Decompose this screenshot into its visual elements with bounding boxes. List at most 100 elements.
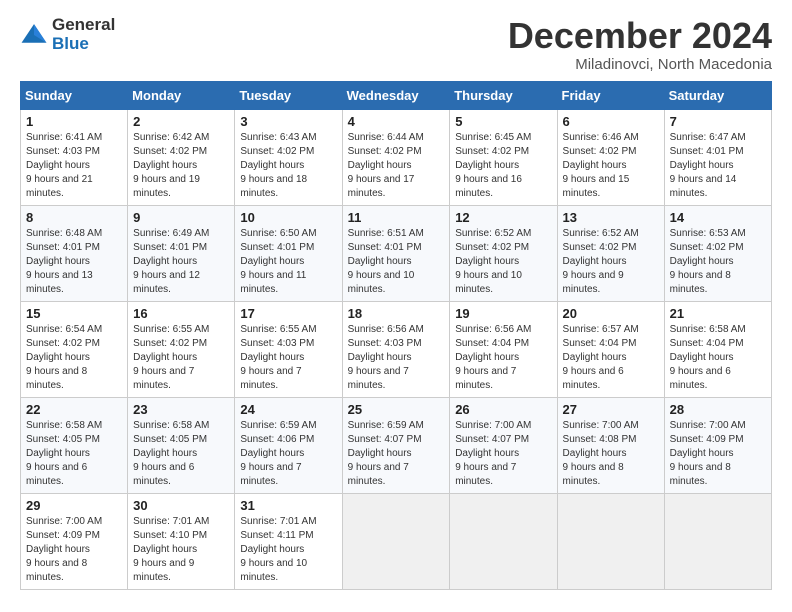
calendar-cell: 31 Sunrise: 7:01 AM Sunset: 4:11 PM Dayl… xyxy=(235,493,342,589)
day-number: 12 xyxy=(455,210,551,225)
day-info: Sunrise: 6:52 AM Sunset: 4:02 PM Dayligh… xyxy=(455,227,551,297)
day-info: Sunrise: 6:43 AM Sunset: 4:02 PM Dayligh… xyxy=(240,131,336,201)
calendar-cell: 27 Sunrise: 7:00 AM Sunset: 4:08 PM Dayl… xyxy=(557,397,664,493)
day-number: 30 xyxy=(133,498,229,513)
day-number: 16 xyxy=(133,306,229,321)
day-number: 29 xyxy=(26,498,122,513)
day-info: Sunrise: 6:48 AM Sunset: 4:01 PM Dayligh… xyxy=(26,227,122,297)
calendar-cell: 1 Sunrise: 6:41 AM Sunset: 4:03 PM Dayli… xyxy=(21,109,128,205)
calendar-cell: 24 Sunrise: 6:59 AM Sunset: 4:06 PM Dayl… xyxy=(235,397,342,493)
calendar-cell: 26 Sunrise: 7:00 AM Sunset: 4:07 PM Dayl… xyxy=(450,397,557,493)
week-row-3: 15 Sunrise: 6:54 AM Sunset: 4:02 PM Dayl… xyxy=(21,301,772,397)
day-number: 25 xyxy=(348,402,445,417)
calendar-cell: 30 Sunrise: 7:01 AM Sunset: 4:10 PM Dayl… xyxy=(128,493,235,589)
calendar-cell: 11 Sunrise: 6:51 AM Sunset: 4:01 PM Dayl… xyxy=(342,205,450,301)
calendar-cell: 22 Sunrise: 6:58 AM Sunset: 4:05 PM Dayl… xyxy=(21,397,128,493)
day-number: 4 xyxy=(348,114,445,129)
day-info: Sunrise: 6:55 AM Sunset: 4:02 PM Dayligh… xyxy=(133,323,229,393)
calendar-cell: 3 Sunrise: 6:43 AM Sunset: 4:02 PM Dayli… xyxy=(235,109,342,205)
logo-icon xyxy=(20,21,48,49)
day-info: Sunrise: 7:00 AM Sunset: 4:09 PM Dayligh… xyxy=(26,515,122,585)
calendar-cell: 10 Sunrise: 6:50 AM Sunset: 4:01 PM Dayl… xyxy=(235,205,342,301)
calendar-cell: 19 Sunrise: 6:56 AM Sunset: 4:04 PM Dayl… xyxy=(450,301,557,397)
calendar-cell: 12 Sunrise: 6:52 AM Sunset: 4:02 PM Dayl… xyxy=(450,205,557,301)
day-number: 24 xyxy=(240,402,336,417)
day-number: 21 xyxy=(670,306,766,321)
day-number: 22 xyxy=(26,402,122,417)
day-number: 2 xyxy=(133,114,229,129)
day-number: 9 xyxy=(133,210,229,225)
day-number: 15 xyxy=(26,306,122,321)
day-number: 5 xyxy=(455,114,551,129)
calendar-title: December 2024 xyxy=(508,16,772,56)
day-number: 13 xyxy=(563,210,659,225)
title-section: December 2024 Miladinovci, North Macedon… xyxy=(508,16,772,73)
day-number: 19 xyxy=(455,306,551,321)
day-number: 27 xyxy=(563,402,659,417)
day-info: Sunrise: 7:01 AM Sunset: 4:11 PM Dayligh… xyxy=(240,515,336,585)
week-row-2: 8 Sunrise: 6:48 AM Sunset: 4:01 PM Dayli… xyxy=(21,205,772,301)
calendar-cell: 8 Sunrise: 6:48 AM Sunset: 4:01 PM Dayli… xyxy=(21,205,128,301)
day-number: 1 xyxy=(26,114,122,129)
logo-text: General Blue xyxy=(52,16,115,53)
calendar-cell: 16 Sunrise: 6:55 AM Sunset: 4:02 PM Dayl… xyxy=(128,301,235,397)
day-info: Sunrise: 6:50 AM Sunset: 4:01 PM Dayligh… xyxy=(240,227,336,297)
week-row-1: 1 Sunrise: 6:41 AM Sunset: 4:03 PM Dayli… xyxy=(21,109,772,205)
calendar-cell: 2 Sunrise: 6:42 AM Sunset: 4:02 PM Dayli… xyxy=(128,109,235,205)
calendar-cell: 5 Sunrise: 6:45 AM Sunset: 4:02 PM Dayli… xyxy=(450,109,557,205)
day-info: Sunrise: 7:01 AM Sunset: 4:10 PM Dayligh… xyxy=(133,515,229,585)
col-wednesday: Wednesday xyxy=(342,81,450,109)
day-number: 18 xyxy=(348,306,445,321)
calendar-cell: 21 Sunrise: 6:58 AM Sunset: 4:04 PM Dayl… xyxy=(664,301,771,397)
day-number: 3 xyxy=(240,114,336,129)
day-number: 28 xyxy=(670,402,766,417)
day-info: Sunrise: 6:42 AM Sunset: 4:02 PM Dayligh… xyxy=(133,131,229,201)
week-row-5: 29 Sunrise: 7:00 AM Sunset: 4:09 PM Dayl… xyxy=(21,493,772,589)
day-info: Sunrise: 6:41 AM Sunset: 4:03 PM Dayligh… xyxy=(26,131,122,201)
page-header: General Blue December 2024 Miladinovci, … xyxy=(20,16,772,73)
day-info: Sunrise: 6:54 AM Sunset: 4:02 PM Dayligh… xyxy=(26,323,122,393)
day-number: 14 xyxy=(670,210,766,225)
col-tuesday: Tuesday xyxy=(235,81,342,109)
day-info: Sunrise: 6:58 AM Sunset: 4:05 PM Dayligh… xyxy=(133,419,229,489)
logo-general-text: General xyxy=(52,16,115,35)
day-info: Sunrise: 6:53 AM Sunset: 4:02 PM Dayligh… xyxy=(670,227,766,297)
day-info: Sunrise: 6:55 AM Sunset: 4:03 PM Dayligh… xyxy=(240,323,336,393)
calendar-cell: 14 Sunrise: 6:53 AM Sunset: 4:02 PM Dayl… xyxy=(664,205,771,301)
calendar-cell xyxy=(557,493,664,589)
day-info: Sunrise: 7:00 AM Sunset: 4:09 PM Dayligh… xyxy=(670,419,766,489)
day-info: Sunrise: 6:47 AM Sunset: 4:01 PM Dayligh… xyxy=(670,131,766,201)
calendar-subtitle: Miladinovci, North Macedonia xyxy=(508,56,772,73)
day-info: Sunrise: 7:00 AM Sunset: 4:07 PM Dayligh… xyxy=(455,419,551,489)
day-number: 6 xyxy=(563,114,659,129)
col-friday: Friday xyxy=(557,81,664,109)
calendar-cell xyxy=(450,493,557,589)
calendar-cell: 20 Sunrise: 6:57 AM Sunset: 4:04 PM Dayl… xyxy=(557,301,664,397)
day-number: 20 xyxy=(563,306,659,321)
col-monday: Monday xyxy=(128,81,235,109)
day-number: 17 xyxy=(240,306,336,321)
logo-blue-text: Blue xyxy=(52,35,115,54)
day-info: Sunrise: 6:51 AM Sunset: 4:01 PM Dayligh… xyxy=(348,227,445,297)
calendar-cell: 18 Sunrise: 6:56 AM Sunset: 4:03 PM Dayl… xyxy=(342,301,450,397)
calendar-cell: 17 Sunrise: 6:55 AM Sunset: 4:03 PM Dayl… xyxy=(235,301,342,397)
day-info: Sunrise: 6:59 AM Sunset: 4:07 PM Dayligh… xyxy=(348,419,445,489)
day-info: Sunrise: 6:46 AM Sunset: 4:02 PM Dayligh… xyxy=(563,131,659,201)
day-info: Sunrise: 7:00 AM Sunset: 4:08 PM Dayligh… xyxy=(563,419,659,489)
day-number: 10 xyxy=(240,210,336,225)
calendar-cell: 7 Sunrise: 6:47 AM Sunset: 4:01 PM Dayli… xyxy=(664,109,771,205)
page-container: General Blue December 2024 Miladinovci, … xyxy=(0,0,792,600)
day-info: Sunrise: 6:57 AM Sunset: 4:04 PM Dayligh… xyxy=(563,323,659,393)
calendar-cell: 23 Sunrise: 6:58 AM Sunset: 4:05 PM Dayl… xyxy=(128,397,235,493)
col-saturday: Saturday xyxy=(664,81,771,109)
day-info: Sunrise: 6:58 AM Sunset: 4:04 PM Dayligh… xyxy=(670,323,766,393)
calendar-cell: 4 Sunrise: 6:44 AM Sunset: 4:02 PM Dayli… xyxy=(342,109,450,205)
day-number: 8 xyxy=(26,210,122,225)
calendar-cell: 13 Sunrise: 6:52 AM Sunset: 4:02 PM Dayl… xyxy=(557,205,664,301)
day-info: Sunrise: 6:58 AM Sunset: 4:05 PM Dayligh… xyxy=(26,419,122,489)
calendar-cell: 9 Sunrise: 6:49 AM Sunset: 4:01 PM Dayli… xyxy=(128,205,235,301)
calendar-header-row: Sunday Monday Tuesday Wednesday Thursday… xyxy=(21,81,772,109)
col-thursday: Thursday xyxy=(450,81,557,109)
day-number: 31 xyxy=(240,498,336,513)
day-number: 11 xyxy=(348,210,445,225)
